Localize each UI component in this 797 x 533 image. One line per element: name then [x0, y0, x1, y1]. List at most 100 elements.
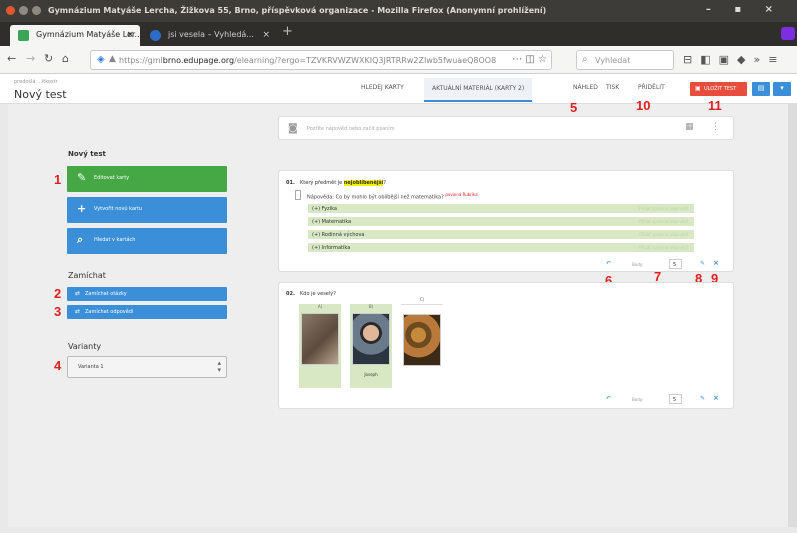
variant-select[interactable]: Varianta 1 ▴ ▾ [67, 356, 227, 378]
more-actions-icon[interactable]: ⋯ [512, 54, 522, 65]
home-icon[interactable]: ⌂ [62, 53, 69, 65]
breadcrumb[interactable]: predošlá ...ítkostr [14, 79, 58, 85]
tab-gymnazium[interactable]: Gymnázium Matyáše Ler... × [10, 25, 140, 46]
tab-label: jsi vesela – Vyhledá... [168, 30, 254, 39]
hint-text: Nápověda: Co by mohlo být oblíbější než … [307, 194, 444, 201]
edit-pencil-icon[interactable]: ✎ [700, 395, 705, 402]
shuffle-questions-label: Zamíchat otázky [85, 291, 127, 297]
image-answer-header: B) [368, 304, 374, 309]
nav-pridelit[interactable]: PŘIDĚLIT [638, 84, 665, 91]
grid-icon[interactable]: ▦ [685, 122, 694, 132]
marker-1: 1 [54, 172, 62, 187]
close-window-icon[interactable] [6, 6, 15, 15]
answer-option[interactable]: (+) Rodinná výchova Přidat správné odpově… [308, 230, 694, 239]
undo-icon[interactable]: ↶ [606, 395, 611, 402]
url-host: brno.edupage.org [162, 56, 235, 65]
answer-tag: Přidat správné odpovědi [639, 219, 688, 224]
shuffle-questions-button[interactable]: ⇄ Zamíchat otázky [67, 287, 227, 301]
create-card-button[interactable]: + Vytvořit novú kartu [67, 197, 227, 223]
chevron-down-icon: ▾ [780, 84, 784, 92]
image-answer-caption: Joseph [364, 372, 378, 377]
variant-value: Varianta 1 [78, 364, 104, 370]
pocket-icon[interactable]: ◫ [525, 54, 534, 65]
addon-icon[interactable]: ◆ [737, 53, 753, 66]
answer-option[interactable]: (+) Fyzika Přidat správné odpovědi [308, 204, 694, 213]
tab-label: Gymnázium Matyáše Ler... [36, 30, 140, 39]
answer-option[interactable]: (+) Matematika Přidat správné odpovědi [308, 217, 694, 226]
maximize-window-icon[interactable] [32, 6, 41, 15]
undo-icon[interactable]: ↶ [606, 260, 611, 267]
person-photo-icon [352, 313, 390, 365]
plus-icon: + [77, 202, 87, 215]
page-scrollbar[interactable] [788, 104, 797, 527]
more-menu-button[interactable]: ▾ [773, 82, 791, 96]
back-icon[interactable]: ← [7, 53, 16, 65]
answer-tag: Přidat správné odpovědi [639, 232, 688, 237]
select-arrows-icon: ▴ ▾ [217, 359, 221, 374]
camera-icon[interactable]: ◙ [288, 123, 298, 134]
create-card-label: Vytvořit novú kartu [94, 206, 143, 212]
nav-nahled[interactable]: NÁHLED [573, 84, 598, 91]
marker-3: 3 [54, 304, 62, 319]
reload-icon[interactable]: ↻ [44, 53, 53, 65]
close-tab-icon[interactable]: × [126, 30, 134, 40]
window-buttons [6, 6, 41, 15]
edit-cards-button[interactable]: ✎ Editovat karty [67, 166, 227, 192]
image-answer-c[interactable]: C) [401, 297, 443, 366]
variants-label: Varianty [68, 342, 102, 351]
nav-tisk[interactable]: TISK [606, 84, 619, 91]
image-answer-b[interactable]: B) Joseph [350, 304, 392, 388]
shuffle-answers-button[interactable]: ⇄ Zamíchat odpovědi [67, 305, 227, 319]
delete-icon[interactable]: × [713, 259, 719, 267]
image-answer-a[interactable]: A) [299, 304, 341, 388]
tab-search[interactable]: jsi vesela – Vyhledá... × [142, 25, 276, 46]
window-controls[interactable]: – ▪ × [706, 4, 783, 15]
forward-icon[interactable]: → [26, 53, 35, 65]
edit-pencil-icon[interactable]: ✎ [700, 260, 705, 267]
save-test-button[interactable]: ▣ ULOŽIT TEST [690, 82, 747, 96]
question-checkbox[interactable] [295, 190, 301, 200]
answer-text: (+) Fyzika [312, 206, 337, 212]
url-bar[interactable]: ◈ ▲ https://gmlbrno.edupage.org/elearnin… [90, 50, 552, 70]
minimize-window-icon[interactable] [19, 6, 28, 15]
points-input[interactable]: 5 [669, 259, 682, 269]
save-options-button[interactable]: ▤ [752, 82, 770, 96]
answer-option[interactable]: (+) Informatika Přidat správné odpovědi [308, 243, 694, 252]
sidebar-icon[interactable]: ◧ [700, 53, 718, 66]
app-header: predošlá ...ítkostr Nový test HLEDEJ KAR… [0, 74, 797, 104]
window-title: Gymnázium Matyáše Lercha, Žižkova 55, Br… [48, 6, 547, 15]
nav-aktualni-material[interactable]: AKTUÁLNÍ MATERIÁL (KARTY 2) [424, 78, 533, 102]
card-search-placeholder: Pozříte nápověd nebo začit psaním [307, 126, 395, 132]
sidebar-title: Nový test [68, 150, 106, 158]
menu-icon[interactable]: ≡ [768, 53, 785, 66]
options-icon[interactable]: ⋮ [711, 122, 720, 132]
new-tab-icon[interactable]: + [282, 24, 293, 39]
save-test-label: ULOŽIT TEST [704, 86, 737, 92]
question-footer: ↶ Body: 5 ✎ × [279, 393, 735, 407]
search-icon: ⌕ [582, 54, 588, 65]
question-text-end: ? [383, 180, 386, 186]
bookmark-star-icon[interactable]: ☆ [538, 54, 547, 65]
hint-note: povinná Rubrika [445, 192, 478, 197]
close-tab-icon[interactable]: × [262, 30, 270, 40]
points-label: Body: [632, 262, 644, 267]
search-cards-label: Hledat v kartách [94, 237, 136, 243]
delete-icon[interactable]: × [713, 394, 719, 402]
marker-10: 10 [636, 98, 651, 113]
card-search-panel[interactable]: ◙ Pozříte nápověd nebo začit psaním ▦ ⋮ [278, 116, 734, 140]
library-icon[interactable]: ⊟ [683, 53, 700, 66]
question-footer: ↶ Body: 5 ✎ × [279, 258, 735, 272]
points-input[interactable]: 5 [669, 394, 682, 404]
question-card-2: 02. Kdo je veselý? A) B) Joseph C) ↶ Bod… [278, 282, 734, 409]
cat-photo-icon [403, 314, 441, 366]
page-title: Nový test [14, 88, 67, 101]
extension-icon[interactable]: ▣ [719, 53, 737, 66]
answer-tag: Přidat správné odpovědi [639, 245, 688, 250]
question-number: 01. [286, 180, 295, 186]
shuffle-answers-label: Zamíchat odpovědi [85, 309, 134, 315]
search-cards-button[interactable]: ⌕ Hledat v kartách [67, 228, 227, 254]
nav-hledej-karty[interactable]: HLEDEJ KARTY [361, 84, 404, 91]
shuffle-icon: ⇄ [75, 290, 81, 297]
search-bar[interactable]: ⌕ Vyhledat [576, 50, 674, 70]
overflow-icon[interactable]: » [754, 53, 769, 66]
